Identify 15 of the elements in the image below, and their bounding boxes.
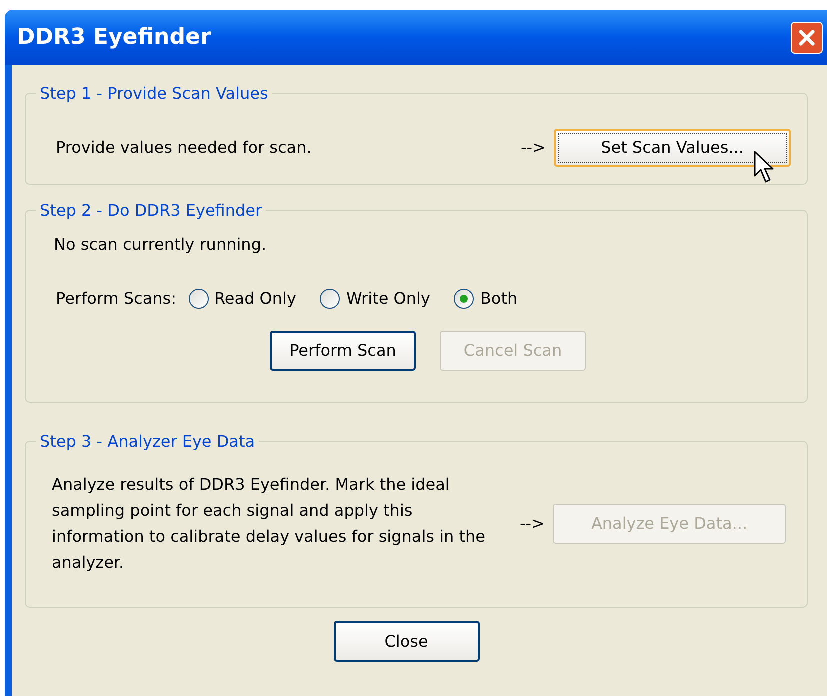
radio-button[interactable]: Write Only xyxy=(320,287,430,311)
window-title: DDR3 Eyefinder xyxy=(17,24,212,52)
radio-button[interactable]: Both xyxy=(454,287,518,311)
status-text: No scan currently running. xyxy=(54,235,267,254)
arrow-text: --> xyxy=(520,513,546,535)
label: Perform Scans: xyxy=(56,288,177,310)
mouse-cursor-icon xyxy=(754,151,776,185)
description-text: Analyze results of DDR3 Eyefinder. Mark the ideal sampling point for each signal and apply this information to calibrate delay values for signals in the analyzer. xyxy=(52,474,487,574)
button[interactable]: Set Scan Values... xyxy=(554,129,791,167)
button[interactable]: Perform Scan xyxy=(270,331,416,371)
arrow-text: --> xyxy=(521,137,547,159)
button[interactable]: Close xyxy=(334,621,480,662)
close-icon[interactable] xyxy=(791,22,823,54)
radio-button[interactable]: Read Only xyxy=(188,287,296,311)
instruction-text: Provide values needed for scan. xyxy=(56,137,313,159)
